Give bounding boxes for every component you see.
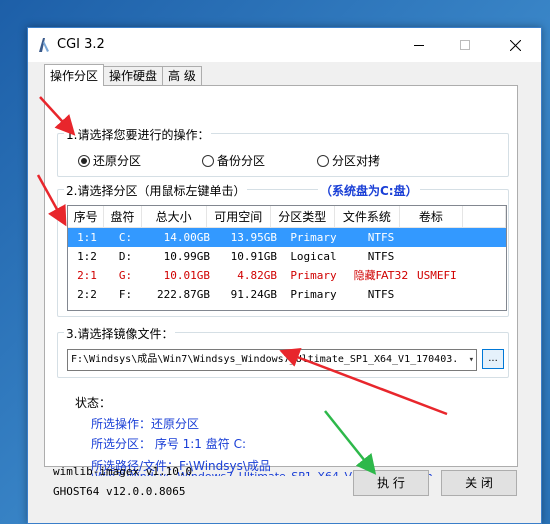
cell-free: 10.91GB [230, 250, 277, 263]
minimize-icon [414, 44, 424, 46]
radio-restore[interactable]: 还原分区 [78, 152, 141, 169]
radio-checked-icon [78, 154, 90, 167]
close-icon [510, 39, 521, 51]
partition-table: 序号 盘符 总大小 可用空间 分区类型 文件系统 卷标 1:1 C: 14.00… [67, 205, 507, 311]
table-header: 序号 盘符 总大小 可用空间 分区类型 文件系统 卷标 [68, 206, 506, 228]
radio-backup-label: 备份分区 [217, 154, 266, 168]
cell-type: Logical [290, 250, 337, 263]
minimize-button[interactable] [396, 28, 442, 62]
radio-backup[interactable]: 备份分区 [202, 152, 265, 169]
col-empty [463, 206, 506, 227]
image-path-value: F:\Windsys\成品\Win7\Windsys_Windows7_Ulti… [71, 354, 459, 365]
status-title: 状态： [75, 396, 112, 410]
cell-drive: F: [118, 288, 133, 301]
operation-group-title: 1.请选择您要进行的操作： [64, 126, 212, 143]
col-total[interactable]: 总大小 [142, 206, 207, 227]
cell-fs: NTFS [367, 288, 395, 301]
wimlib-version: wimlib-imagex v1.10.0 [53, 465, 193, 478]
radio-copy[interactable]: 分区对拷 [317, 152, 380, 169]
window-title: CGI 3.2 [57, 37, 105, 52]
maximize-icon [460, 40, 470, 50]
tab-advanced[interactable]: 高 级 [162, 66, 202, 86]
cell-fs: 隐藏FAT32 [353, 269, 409, 282]
cell-total: 14.00GB [163, 231, 210, 244]
col-type[interactable]: 分区类型 [271, 206, 335, 227]
status-operation: 所选操作：还原分区 [91, 417, 200, 431]
browse-button[interactable]: ... [482, 349, 504, 369]
cell-label [415, 228, 481, 247]
status-group: 状态： 所选操作：还原分区 所选分区： 序号 1:1 盘符 C: 所选路径/文件… [57, 389, 509, 476]
cell-fs: NTFS [367, 231, 395, 244]
cell-type: Primary [290, 288, 337, 301]
table-row[interactable]: 1:1 C: 14.00GB 13.95GB Primary NTFS [68, 228, 506, 247]
operation-group: 1.请选择您要进行的操作： 还原分区 备份分区 分区对拷 [57, 126, 509, 177]
image-file-group: 3.请选择镜像文件： F:\Windsys\成品\Win7\Windsys_Wi… [57, 325, 509, 378]
cell-total: 10.99GB [163, 250, 210, 263]
cell-free: 91.24GB [230, 288, 277, 301]
table-row[interactable]: 2:2 F: 222.87GB 91.24GB Primary NTFS [68, 285, 506, 304]
cell-label [415, 247, 481, 266]
cell-type: Primary [290, 269, 337, 282]
image-path-combobox[interactable]: F:\Windsys\成品\Win7\Windsys_Windows7_Ulti… [67, 349, 477, 371]
app-icon [39, 38, 49, 52]
col-fs[interactable]: 文件系统 [335, 206, 400, 227]
radio-restore-label: 还原分区 [93, 154, 142, 168]
cell-drive: C: [118, 231, 133, 244]
close-window-button[interactable] [488, 28, 543, 62]
cell-index: 1:1 [77, 231, 97, 244]
cell-total: 10.01GB [163, 269, 210, 282]
col-free[interactable]: 可用空间 [207, 206, 271, 227]
partition-group-title: 2.请选择分区（用鼠标左键单击） [64, 182, 248, 199]
close-button[interactable]: 关 闭 [441, 470, 517, 496]
cell-type: Primary [290, 231, 337, 244]
image-file-group-title: 3.请选择镜像文件： [64, 325, 176, 342]
maximize-button[interactable] [442, 28, 488, 62]
system-disk-note: （系统盘为C:盘） [318, 182, 420, 199]
cell-label [415, 285, 481, 304]
partition-group: 2.请选择分区（用鼠标左键单击） （系统盘为C:盘） 序号 盘符 总大小 可用空… [57, 182, 509, 317]
radio-unchecked-icon [317, 154, 329, 167]
cgi-window: CGI 3.2 操作分区 操作硬盘 高 级 1.请选择您要进行的操作： 还原分区… [27, 27, 542, 524]
cell-index: 2:1 [77, 269, 97, 282]
radio-unchecked-icon [202, 154, 214, 167]
cell-free: 4.82GB [237, 269, 277, 282]
col-drive[interactable]: 盘符 [104, 206, 142, 227]
col-label[interactable]: 卷标 [400, 206, 463, 227]
chevron-down-icon[interactable]: ▾ [469, 350, 474, 370]
status-partition: 所选分区： 序号 1:1 盘符 C: [91, 437, 246, 451]
col-index[interactable]: 序号 [68, 206, 105, 227]
execute-button[interactable]: 执 行 [353, 470, 429, 496]
cell-label: USMEFI [417, 269, 457, 282]
tab-bar: 操作分区 操作硬盘 高 级 [44, 64, 202, 86]
title-bar[interactable]: CGI 3.2 [28, 28, 541, 62]
tab-partition-ops[interactable]: 操作分区 [44, 64, 105, 86]
cell-fs: NTFS [367, 250, 395, 263]
tab-panel: 1.请选择您要进行的操作： 还原分区 备份分区 分区对拷 2.请选择分区（用鼠标… [44, 85, 518, 476]
tab-disk-ops[interactable]: 操作硬盘 [103, 66, 164, 86]
ghost-version: GHOST64 v12.0.0.8065 [53, 485, 186, 498]
table-row[interactable]: 2:1 G: 10.01GB 4.82GB Primary 隐藏FAT32 US… [68, 266, 506, 285]
radio-copy-label: 分区对拷 [332, 154, 381, 168]
cell-free: 13.95GB [230, 231, 277, 244]
cell-index: 1:2 [77, 250, 97, 263]
cell-drive: D: [118, 250, 133, 263]
cell-index: 2:2 [77, 288, 97, 301]
cell-total: 222.87GB [157, 288, 210, 301]
table-row[interactable]: 1:2 D: 10.99GB 10.91GB Logical NTFS [68, 247, 506, 266]
cell-drive: G: [118, 269, 133, 282]
